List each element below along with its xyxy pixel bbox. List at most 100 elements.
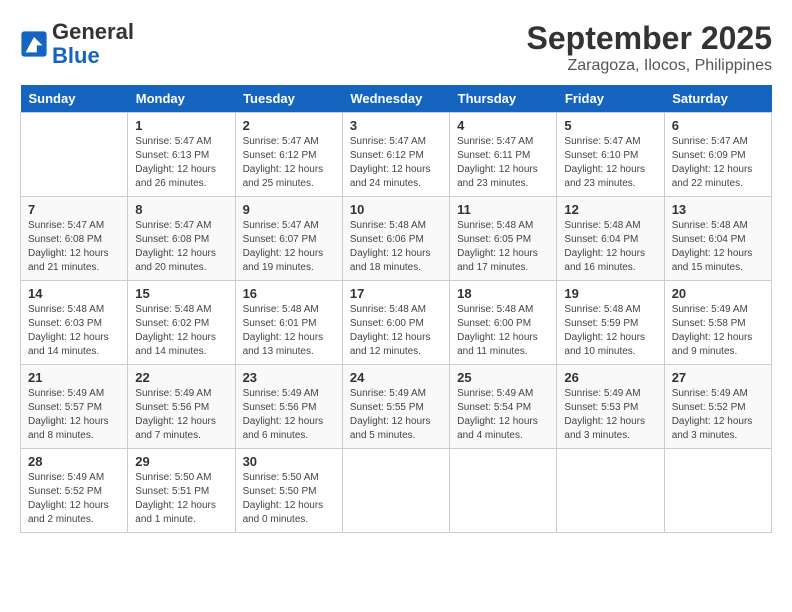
day-info: Sunrise: 5:47 AM Sunset: 6:13 PM Dayligh… — [135, 135, 227, 191]
day-info: Sunrise: 5:47 AM Sunset: 6:07 PM Dayligh… — [243, 219, 335, 275]
calendar-cell — [664, 449, 771, 533]
day-number: 27 — [672, 370, 764, 385]
day-header-saturday: Saturday — [664, 85, 771, 113]
day-number: 24 — [350, 370, 442, 385]
title-block: September 2025 Zaragoza, Ilocos, Philipp… — [527, 20, 772, 75]
calendar-cell: 29 Sunrise: 5:50 AM Sunset: 5:51 PM Dayli… — [128, 449, 235, 533]
calendar-cell: 22 Sunrise: 5:49 AM Sunset: 5:56 PM Dayli… — [128, 365, 235, 449]
day-number: 22 — [135, 370, 227, 385]
day-info: Sunrise: 5:50 AM Sunset: 5:50 PM Dayligh… — [243, 471, 335, 527]
day-info: Sunrise: 5:47 AM Sunset: 6:09 PM Dayligh… — [672, 135, 764, 191]
day-number: 19 — [564, 286, 656, 301]
logo-general: General — [52, 19, 134, 44]
day-number: 30 — [243, 454, 335, 469]
day-number: 21 — [28, 370, 120, 385]
calendar-cell: 9 Sunrise: 5:47 AM Sunset: 6:07 PM Daylig… — [235, 197, 342, 281]
day-info: Sunrise: 5:49 AM Sunset: 5:58 PM Dayligh… — [672, 303, 764, 359]
day-number: 16 — [243, 286, 335, 301]
day-info: Sunrise: 5:49 AM Sunset: 5:57 PM Dayligh… — [28, 387, 120, 443]
calendar-cell: 3Sunrise: 5:47 AM Sunset: 6:12 PM Daylig… — [342, 113, 449, 197]
day-number: 13 — [672, 202, 764, 217]
calendar-cell: 27 Sunrise: 5:49 AM Sunset: 5:52 PM Dayli… — [664, 365, 771, 449]
calendar-cell: 7 Sunrise: 5:47 AM Sunset: 6:08 PM Daylig… — [21, 197, 128, 281]
day-number: 26 — [564, 370, 656, 385]
day-info: Sunrise: 5:49 AM Sunset: 5:56 PM Dayligh… — [135, 387, 227, 443]
day-info: Sunrise: 5:47 AM Sunset: 6:08 PM Dayligh… — [28, 219, 120, 275]
calendar-cell: 17 Sunrise: 5:48 AM Sunset: 6:00 PM Dayli… — [342, 281, 449, 365]
calendar-week-4: 21 Sunrise: 5:49 AM Sunset: 5:57 PM Dayli… — [21, 365, 772, 449]
calendar-cell — [450, 449, 557, 533]
day-info: Sunrise: 5:48 AM Sunset: 5:59 PM Dayligh… — [564, 303, 656, 359]
calendar-week-2: 7 Sunrise: 5:47 AM Sunset: 6:08 PM Daylig… — [21, 197, 772, 281]
day-info: Sunrise: 5:49 AM Sunset: 5:52 PM Dayligh… — [28, 471, 120, 527]
day-info: Sunrise: 5:48 AM Sunset: 6:04 PM Dayligh… — [564, 219, 656, 275]
day-info: Sunrise: 5:48 AM Sunset: 6:03 PM Dayligh… — [28, 303, 120, 359]
day-number: 28 — [28, 454, 120, 469]
page-header: General Blue September 2025 Zaragoza, Il… — [20, 20, 772, 75]
calendar-table: SundayMondayTuesdayWednesdayThursdayFrid… — [20, 85, 772, 533]
day-info: Sunrise: 5:49 AM Sunset: 5:56 PM Dayligh… — [243, 387, 335, 443]
calendar-cell — [557, 449, 664, 533]
calendar-cell: 28 Sunrise: 5:49 AM Sunset: 5:52 PM Dayli… — [21, 449, 128, 533]
calendar-cell: 8Sunrise: 5:47 AM Sunset: 6:08 PM Daylig… — [128, 197, 235, 281]
day-info: Sunrise: 5:48 AM Sunset: 6:02 PM Dayligh… — [135, 303, 227, 359]
logo-icon — [20, 30, 48, 58]
day-number: 29 — [135, 454, 227, 469]
logo-blue: Blue — [52, 43, 100, 68]
day-info: Sunrise: 5:48 AM Sunset: 6:06 PM Dayligh… — [350, 219, 442, 275]
calendar-cell: 14 Sunrise: 5:48 AM Sunset: 6:03 PM Dayli… — [21, 281, 128, 365]
calendar-cell: 5 Sunrise: 5:47 AM Sunset: 6:10 PM Daylig… — [557, 113, 664, 197]
calendar-cell: 18Sunrise: 5:48 AM Sunset: 6:00 PM Dayli… — [450, 281, 557, 365]
day-header-sunday: Sunday — [21, 85, 128, 113]
day-info: Sunrise: 5:47 AM Sunset: 6:12 PM Dayligh… — [350, 135, 442, 191]
day-header-monday: Monday — [128, 85, 235, 113]
day-number: 11 — [457, 202, 549, 217]
day-info: Sunrise: 5:47 AM Sunset: 6:12 PM Dayligh… — [243, 135, 335, 191]
calendar-cell: 1 Sunrise: 5:47 AM Sunset: 6:13 PM Daylig… — [128, 113, 235, 197]
calendar-cell: 30 Sunrise: 5:50 AM Sunset: 5:50 PM Dayli… — [235, 449, 342, 533]
calendar-week-3: 14 Sunrise: 5:48 AM Sunset: 6:03 PM Dayli… — [21, 281, 772, 365]
calendar-cell: 10 Sunrise: 5:48 AM Sunset: 6:06 PM Dayli… — [342, 197, 449, 281]
day-info: Sunrise: 5:50 AM Sunset: 5:51 PM Dayligh… — [135, 471, 227, 527]
day-header-wednesday: Wednesday — [342, 85, 449, 113]
day-info: Sunrise: 5:48 AM Sunset: 6:05 PM Dayligh… — [457, 219, 549, 275]
calendar-cell: 20 Sunrise: 5:49 AM Sunset: 5:58 PM Dayli… — [664, 281, 771, 365]
calendar-cell: 2 Sunrise: 5:47 AM Sunset: 6:12 PM Daylig… — [235, 113, 342, 197]
day-info: Sunrise: 5:49 AM Sunset: 5:55 PM Dayligh… — [350, 387, 442, 443]
day-number: 12 — [564, 202, 656, 217]
calendar-cell: 12 Sunrise: 5:48 AM Sunset: 6:04 PM Dayli… — [557, 197, 664, 281]
calendar-cell: 11 Sunrise: 5:48 AM Sunset: 6:05 PM Dayli… — [450, 197, 557, 281]
day-info: Sunrise: 5:48 AM Sunset: 6:00 PM Dayligh… — [350, 303, 442, 359]
day-number: 9 — [243, 202, 335, 217]
calendar-cell: 6 Sunrise: 5:47 AM Sunset: 6:09 PM Daylig… — [664, 113, 771, 197]
day-number: 25 — [457, 370, 549, 385]
calendar-cell: 16 Sunrise: 5:48 AM Sunset: 6:01 PM Dayli… — [235, 281, 342, 365]
day-number: 1 — [135, 118, 227, 133]
day-number: 2 — [243, 118, 335, 133]
day-info: Sunrise: 5:47 AM Sunset: 6:10 PM Dayligh… — [564, 135, 656, 191]
calendar-cell — [342, 449, 449, 533]
calendar-cell: 24 Sunrise: 5:49 AM Sunset: 5:55 PM Dayli… — [342, 365, 449, 449]
day-info: Sunrise: 5:48 AM Sunset: 6:04 PM Dayligh… — [672, 219, 764, 275]
day-number: 4 — [457, 118, 549, 133]
day-number: 17 — [350, 286, 442, 301]
day-number: 20 — [672, 286, 764, 301]
calendar-cell: 15Sunrise: 5:48 AM Sunset: 6:02 PM Dayli… — [128, 281, 235, 365]
location: Zaragoza, Ilocos, Philippines — [527, 57, 772, 75]
calendar-cell — [21, 113, 128, 197]
calendar-cell: 4Sunrise: 5:47 AM Sunset: 6:11 PM Daylig… — [450, 113, 557, 197]
day-number: 7 — [28, 202, 120, 217]
calendar-header-row: SundayMondayTuesdayWednesdayThursdayFrid… — [21, 85, 772, 113]
day-info: Sunrise: 5:49 AM Sunset: 5:54 PM Dayligh… — [457, 387, 549, 443]
calendar-body: 1 Sunrise: 5:47 AM Sunset: 6:13 PM Daylig… — [21, 113, 772, 533]
day-info: Sunrise: 5:48 AM Sunset: 6:00 PM Dayligh… — [457, 303, 549, 359]
day-header-thursday: Thursday — [450, 85, 557, 113]
day-number: 10 — [350, 202, 442, 217]
day-number: 14 — [28, 286, 120, 301]
day-number: 5 — [564, 118, 656, 133]
calendar-cell: 21 Sunrise: 5:49 AM Sunset: 5:57 PM Dayli… — [21, 365, 128, 449]
day-info: Sunrise: 5:49 AM Sunset: 5:52 PM Dayligh… — [672, 387, 764, 443]
day-info: Sunrise: 5:48 AM Sunset: 6:01 PM Dayligh… — [243, 303, 335, 359]
month-title: September 2025 — [527, 20, 772, 57]
day-number: 6 — [672, 118, 764, 133]
